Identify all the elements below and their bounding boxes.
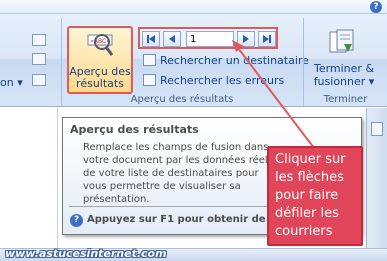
group-separator	[303, 18, 304, 106]
rechercher-erreurs-button[interactable]: Rechercher les erreurs	[143, 73, 284, 87]
first-record-icon	[147, 35, 155, 43]
ribbon-top-strip: ?	[0, 0, 387, 14]
finish-merge-icon	[329, 29, 354, 53]
terminer-label-line2: fusionner ▾	[313, 75, 375, 88]
previous-record-button[interactable]	[163, 31, 181, 47]
partial-group-label[interactable]: on ▾	[0, 76, 23, 89]
group-separator	[61, 18, 62, 106]
help-icon[interactable]: ?	[370, 1, 382, 13]
record-navigation-bar	[138, 27, 278, 49]
find-recipient-icon	[143, 54, 156, 66]
tooltip-title: Aperçu des résultats	[70, 123, 199, 136]
terminer-button-label: Terminer & fusionner ▾	[309, 62, 379, 88]
insert-field-icon[interactable]	[32, 34, 46, 46]
last-record-button[interactable]	[258, 31, 276, 47]
group-apercu-label: Aperçu des résultats	[130, 94, 234, 105]
record-number-input[interactable]	[186, 31, 234, 47]
previous-record-icon	[169, 35, 175, 43]
last-record-icon	[263, 35, 271, 43]
watermark-text: www.astucesinternet.com	[5, 247, 167, 260]
tooltip-help-icon: ?	[70, 214, 83, 227]
rechercher-destinataire-label: Rechercher un destinataire	[160, 53, 309, 67]
tooltip-divider	[69, 206, 275, 207]
vertical-scrollbar[interactable]	[366, 108, 387, 248]
apercu-button-label: Aperçu des résultats	[69, 66, 131, 90]
match-fields-icon[interactable]	[32, 53, 46, 65]
update-labels-icon[interactable]	[32, 74, 46, 86]
magnifier-abc-icon: «ABC»	[87, 34, 114, 56]
group-terminer-label: Terminer	[323, 94, 368, 105]
next-record-icon	[243, 35, 249, 43]
ruler-toggle-icon[interactable]	[371, 122, 383, 136]
first-record-button[interactable]	[142, 31, 160, 47]
apercu-resultats-button[interactable]: «ABC» Aperçu des résultats	[67, 26, 133, 94]
rechercher-erreurs-label: Rechercher les erreurs	[160, 73, 285, 87]
document-page[interactable]	[0, 108, 58, 248]
terminer-label-line1: Terminer &	[313, 62, 375, 75]
apercu-label-line2: résultats	[76, 77, 124, 90]
terminer-fusionner-button[interactable]: Terminer & fusionner ▾	[309, 24, 379, 94]
next-record-button[interactable]	[237, 31, 255, 47]
annotation-callout: Cliquer sur les flèches pour faire défil…	[267, 146, 363, 246]
ribbon: ? on ▾ «ABC» Aperçu des résultats 1 Rech…	[0, 0, 387, 107]
rechercher-destinataire-button[interactable]: Rechercher un destinataire	[143, 53, 309, 67]
check-errors-icon	[143, 74, 156, 86]
tooltip-body: Remplace les champs de fusion dans votre…	[83, 142, 282, 205]
svg-text:«ABC»: «ABC»	[90, 38, 110, 45]
